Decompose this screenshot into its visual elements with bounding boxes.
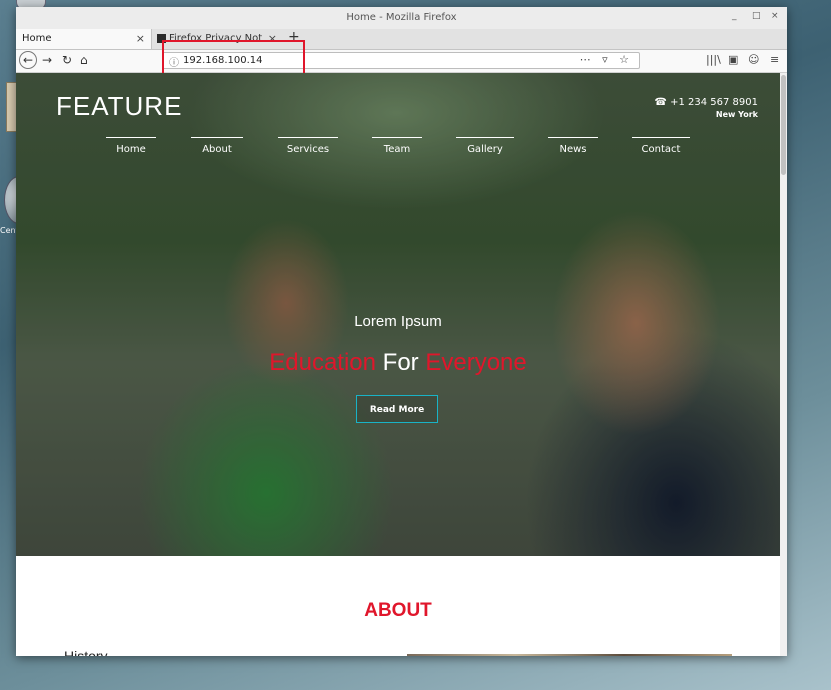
web-page: FEATURE ☎ +1 234 567 8901 New York Home … — [16, 73, 780, 656]
hero-title: Education For Everyone — [16, 349, 780, 377]
page-actions-icons[interactable]: ⋯ ▿ ☆ — [580, 53, 633, 66]
hero-title-word-1: Education — [269, 349, 376, 376]
sidebar-icon[interactable]: ▣ — [728, 53, 738, 66]
site-logo[interactable]: FEATURE — [56, 91, 182, 122]
close-window-button[interactable]: × — [771, 11, 779, 21]
tab-home[interactable]: Home × — [16, 29, 152, 49]
nav-gallery[interactable]: Gallery — [456, 137, 514, 155]
scrollbar-thumb[interactable] — [781, 75, 786, 175]
about-heading: ABOUT — [364, 600, 432, 621]
minimize-button[interactable]: _ — [732, 11, 737, 21]
reload-button[interactable]: ↻ — [62, 53, 72, 67]
nav-about[interactable]: About — [191, 137, 243, 155]
contact-info: ☎ +1 234 567 8901 New York — [654, 97, 758, 119]
tab-close-icon[interactable]: × — [136, 32, 145, 45]
hero-banner: FEATURE ☎ +1 234 567 8901 New York Home … — [16, 73, 780, 556]
read-more-button[interactable]: Read More — [356, 395, 438, 423]
nav-team[interactable]: Team — [372, 137, 422, 155]
about-image — [407, 654, 732, 656]
nav-home[interactable]: Home — [106, 137, 156, 155]
navigation-toolbar: ← → ↻ ⌂ ⓘ 192.168.100.14 ⋯ ▿ ☆ |||\ ▣ ☺ … — [16, 50, 787, 73]
nav-services[interactable]: Services — [278, 137, 338, 155]
hero-title-word-2: For — [376, 349, 426, 376]
window-title: Home - Mozilla Firefox — [346, 12, 457, 23]
firefox-window: Home - Mozilla Firefox _ □ × Home × Fire… — [16, 7, 787, 656]
home-button[interactable]: ⌂ — [80, 53, 88, 67]
nav-news[interactable]: News — [548, 137, 598, 155]
nav-contact[interactable]: Contact — [632, 137, 690, 155]
forward-button[interactable]: → — [42, 53, 52, 67]
city-label: New York — [715, 110, 758, 119]
tab-label: Home — [22, 33, 52, 44]
back-button[interactable]: ← — [19, 51, 37, 69]
library-icon[interactable]: |||\ — [706, 53, 721, 66]
title-bar: Home - Mozilla Firefox _ □ × — [16, 7, 787, 30]
page-scrollbar[interactable] — [780, 73, 787, 656]
account-icon[interactable]: ☺ — [748, 53, 759, 66]
hero-title-word-3: Everyone — [425, 349, 527, 376]
history-heading: History — [64, 648, 108, 656]
hero-subtitle: Lorem Ipsum — [354, 313, 442, 330]
menu-icon[interactable]: ≡ — [770, 53, 779, 66]
maximize-button[interactable]: □ — [752, 11, 761, 21]
phone-number: ☎ +1 234 567 8901 — [654, 97, 758, 108]
tab-strip: Home × Firefox Privacy Notice — × + — [16, 29, 787, 50]
